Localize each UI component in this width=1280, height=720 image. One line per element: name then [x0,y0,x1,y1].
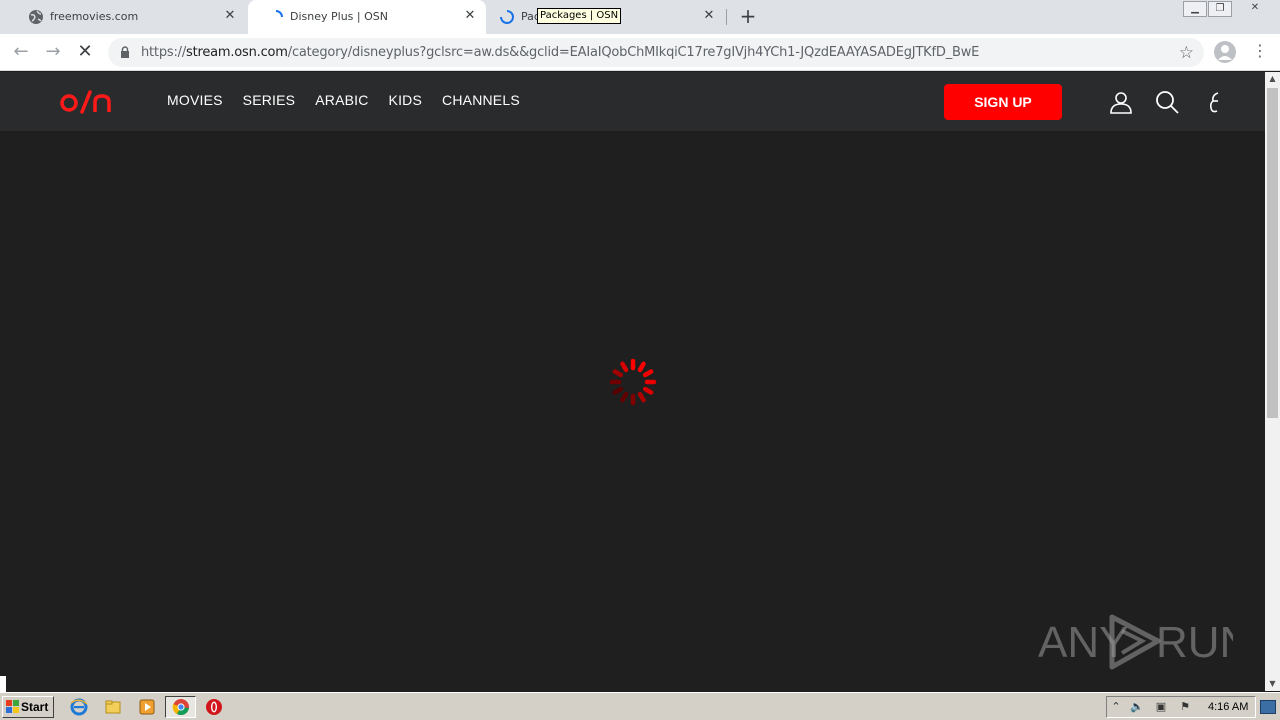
user-icon[interactable] [1108,89,1134,115]
tab-disney-plus[interactable]: Disney Plus | OSN ✕ [248,0,486,34]
loading-spinner [609,358,657,406]
stop-loading-button[interactable]: ✕ [74,42,96,64]
tab-freemovies[interactable]: freemovies.com ✕ [8,0,246,34]
loading-spinner-icon [275,10,283,18]
chrome-icon [172,699,189,716]
nav-arabic[interactable]: ARABIC [315,92,368,108]
start-label: Start [21,700,49,714]
url-host: stream.osn.com [186,45,288,60]
scroll-down-arrow-icon[interactable]: ▼ [1265,677,1280,691]
site-header: MOVIES SERIES ARABIC KIDS CHANNELS SIGN … [0,72,1265,131]
lock-icon [121,46,129,58]
sign-up-button[interactable]: SIGN UP [944,84,1062,120]
nav-movies[interactable]: MOVIES [167,92,223,108]
close-tab-icon[interactable]: ✕ [462,8,478,24]
url-scheme: https:// [141,45,186,60]
media-player-icon[interactable] [138,698,156,716]
tab-tooltip: Packages | OSN [537,8,622,24]
tab-separator [726,9,727,25]
volume-icon[interactable]: 🔈 [1130,700,1144,714]
url-text: https://stream.osn.com/category/disneypl… [141,45,979,60]
search-icon[interactable] [1154,89,1180,115]
network-icon[interactable]: ▣ [1154,700,1168,714]
watermark-right: RUN [1156,618,1233,667]
minimize-button[interactable]: ▁ [1183,1,1207,17]
back-button[interactable]: ← [10,42,32,64]
profile-avatar-icon[interactable] [1214,41,1236,63]
restore-button[interactable]: ❐ [1208,1,1232,17]
tab-title: Disney Plus | OSN [290,10,388,23]
bookmark-star-icon[interactable]: ☆ [1179,43,1194,63]
tab-strip: freemovies.com ✕ Disney Plus | OSN ✕ Pac… [0,0,1280,34]
show-desktop-button[interactable] [1260,700,1276,714]
main-nav: MOVIES SERIES ARABIC KIDS CHANNELS [167,92,540,108]
page-corner-fragment [0,676,6,692]
forward-button[interactable]: → [42,42,64,64]
close-window-button[interactable]: ✕ [1242,1,1268,17]
action-center-flag-icon[interactable]: ⚑ [1178,700,1192,714]
tab-title: freemovies.com [50,10,139,23]
internet-explorer-icon[interactable] [70,698,88,716]
browser-menu-icon[interactable]: ⋮ [1252,40,1268,64]
nav-channels[interactable]: CHANNELS [442,92,520,108]
watermark-left: ANY [1038,618,1128,667]
scroll-up-arrow-icon[interactable]: ▲ [1265,72,1280,86]
start-button[interactable]: Start [2,696,54,718]
anyrun-watermark: ANY RUN [1038,614,1233,670]
globe-icon [29,10,43,24]
scroll-thumb[interactable] [1267,88,1278,418]
url-path: /category/disneyplus?gclsrc=aw.ds&&gclid… [287,45,980,60]
page-scrollbar[interactable]: ▲ ▼ [1265,72,1280,691]
address-bar[interactable]: https://stream.osn.com/category/disneypl… [108,38,1204,67]
file-explorer-icon[interactable] [104,698,122,716]
windows-taskbar: Start ⌃ 🔈 ▣ ⚑ 4:16 AM [0,692,1280,720]
loading-spinner-icon [500,10,514,24]
nav-kids[interactable]: KIDS [389,92,422,108]
clock[interactable]: 4:16 AM [1208,701,1248,713]
page-content: MOVIES SERIES ARABIC KIDS CHANNELS SIGN … [0,72,1265,691]
new-tab-button[interactable]: + [738,6,758,26]
nav-series[interactable]: SERIES [243,92,296,108]
close-tab-icon[interactable]: ✕ [222,8,238,24]
language-icon[interactable] [1202,89,1228,115]
windows-flag-icon [6,700,19,713]
osn-logo[interactable] [60,86,114,116]
close-tab-icon[interactable]: ✕ [701,8,717,24]
show-hidden-icons-icon[interactable]: ⌃ [1109,700,1123,714]
opera-icon[interactable] [205,698,223,716]
chrome-taskbar-button[interactable] [165,696,196,718]
browser-toolbar: ← → ✕ https://stream.osn.com/category/di… [0,34,1280,71]
